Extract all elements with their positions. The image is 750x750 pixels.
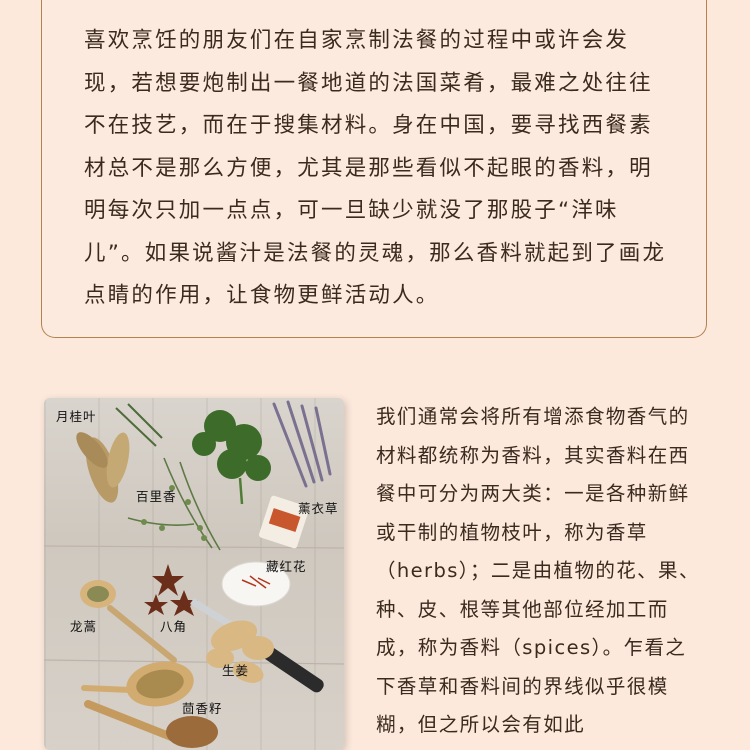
label-tarragon: 龙蒿 — [70, 619, 98, 634]
bay-leaf-drawing — [76, 432, 130, 503]
label-bay-leaf: 月桂叶 — [56, 409, 97, 424]
label-fennel-seed: 茴香籽 — [182, 701, 223, 716]
label-saffron: 藏红花 — [266, 559, 307, 574]
intro-paragraph: 喜欢烹饪的朋友们在自家烹制法餐的过程中或许会发现，若想要炮制出一餐地道的法国菜肴… — [84, 28, 667, 308]
label-star-anise: 八角 — [160, 619, 188, 634]
label-thyme: 百里香 — [136, 489, 177, 504]
label-ginger: 生姜 — [222, 663, 250, 678]
spices-photo: 月桂叶 百里香 薰衣草 藏红花 龙蒿 八角 生姜 茴香籽 — [44, 398, 344, 750]
label-lavender: 薰衣草 — [298, 501, 339, 516]
intro-box: 喜欢烹饪的朋友们在自家烹制法餐的过程中或许会发现，若想要炮制出一餐地道的法国菜肴… — [41, 0, 707, 338]
body-paragraph: 我们通常会将所有增添食物香气的材料都统称为香料，其实香料在西餐中可分为两大类：一… — [376, 405, 700, 736]
